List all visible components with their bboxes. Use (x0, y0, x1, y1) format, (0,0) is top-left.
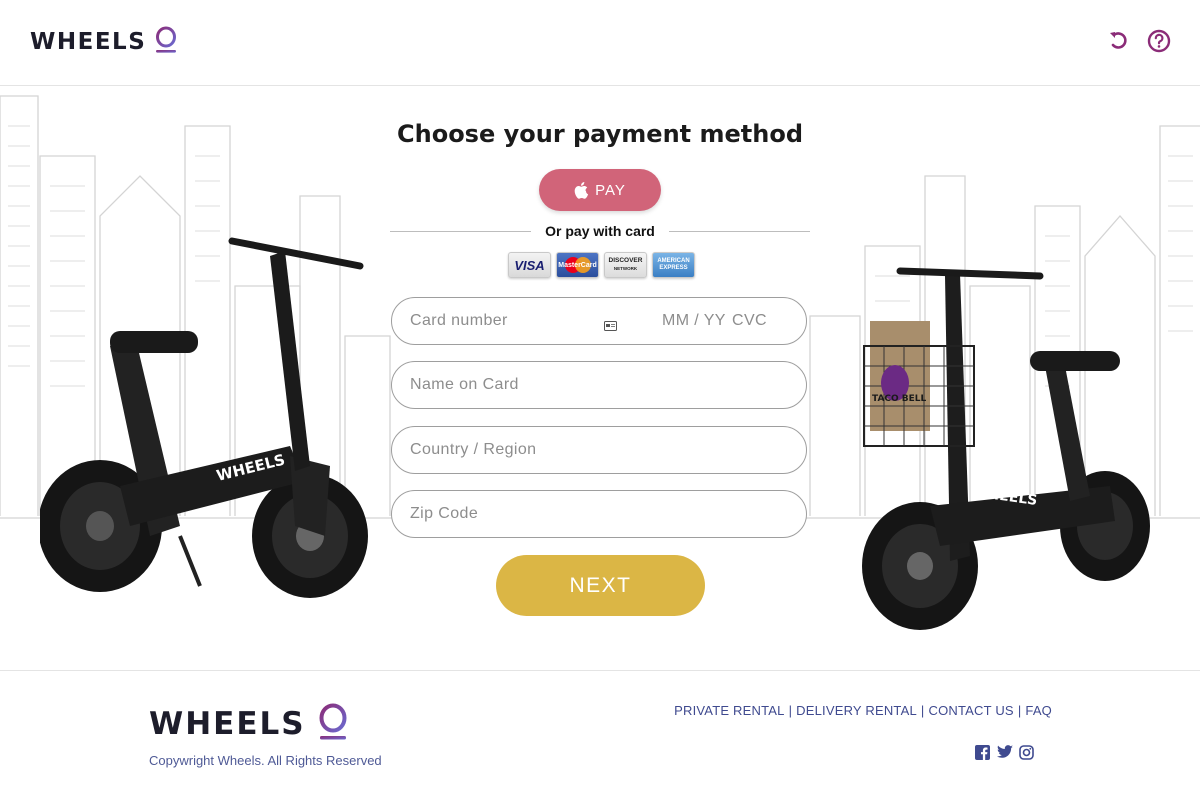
scooter-right-image: TACO BELL WHEELS (850, 256, 1160, 640)
footer-brand-name: WHEELS (149, 706, 306, 742)
footer-brand-logo[interactable]: WHEELS (149, 703, 348, 745)
social-links (975, 745, 1035, 761)
amex-icon: AMERICAN EXPRESS (652, 252, 695, 278)
twitter-icon[interactable] (997, 745, 1013, 761)
page-title: Choose your payment method (397, 120, 803, 148)
zip-code-input[interactable] (410, 491, 790, 537)
apple-icon (574, 182, 589, 199)
apple-pay-label: PAY (595, 181, 626, 199)
copyright-text: Copywright Wheels. All Rights Reserved (149, 753, 382, 768)
country-region-input[interactable] (410, 427, 790, 473)
basket-label: TACO BELL (872, 394, 927, 404)
card-number-input[interactable] (410, 298, 590, 344)
brand-name: WHEELS (30, 29, 147, 55)
facebook-icon[interactable] (975, 745, 991, 761)
divider-text: Or pay with card (545, 223, 655, 239)
or-divider: Or pay with card (390, 222, 811, 240)
expiry-input[interactable]: MM / YY (662, 312, 726, 330)
divider-line-right (668, 230, 811, 232)
accepted-cards: VISA MasterCard DISCOVER NETWORK AMERICA… (508, 252, 695, 278)
faq-link[interactable]: FAQ (1025, 703, 1052, 718)
payment-form: Choose your payment method PAY Or pay wi… (390, 86, 811, 670)
discover-icon: DISCOVER NETWORK (604, 252, 647, 278)
apple-pay-button[interactable]: PAY (539, 169, 661, 211)
private-rental-link[interactable]: PRIVATE RENTAL (674, 703, 784, 718)
visa-icon: VISA (508, 252, 551, 278)
next-button[interactable]: NEXT (496, 555, 705, 616)
zip-code-field[interactable] (391, 490, 807, 538)
header: WHEELS (0, 0, 1200, 86)
divider-line-left (390, 230, 532, 232)
instagram-icon[interactable] (1019, 745, 1035, 761)
delivery-rental-link[interactable]: DELIVERY RENTAL (796, 703, 917, 718)
payment-section: WHEELS TACO BELL WHEELS Choose your paym… (0, 86, 1200, 670)
footer-links: PRIVATE RENTAL | DELIVERY RENTAL | CONTACT U… (674, 703, 1052, 718)
card-icon (604, 316, 617, 335)
undo-icon[interactable] (1106, 28, 1132, 54)
footer: WHEELS Copywright Wheels. All Rights Res… (0, 670, 1200, 799)
country-region-field[interactable] (391, 426, 807, 474)
name-on-card-field[interactable] (391, 361, 807, 409)
cvc-input[interactable]: CVC (732, 312, 767, 330)
help-icon[interactable] (1146, 28, 1172, 54)
brand-logo[interactable]: WHEELS (30, 26, 177, 58)
name-on-card-input[interactable] (410, 362, 790, 408)
mastercard-icon: MasterCard (556, 252, 599, 278)
card-number-field[interactable]: MM / YY CVC (391, 297, 807, 345)
contact-us-link[interactable]: CONTACT US (929, 703, 1014, 718)
scooter-left-image: WHEELS (38, 226, 380, 630)
footer-brand-mark-icon (318, 703, 348, 745)
brand-mark-icon (155, 26, 177, 58)
